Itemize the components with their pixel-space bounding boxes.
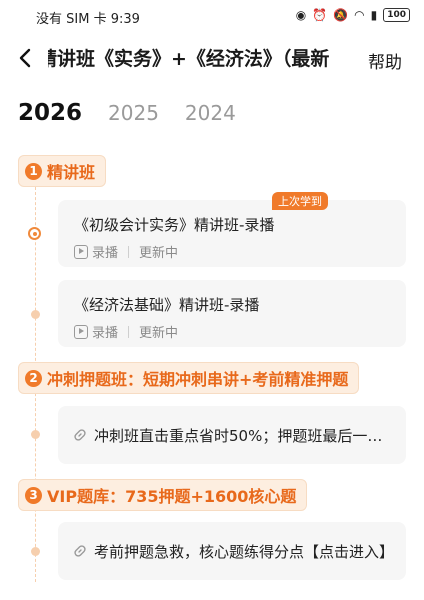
- timeline-dot: [31, 310, 40, 319]
- header: 精讲班《实务》+《经济法》（最新 帮助: [0, 36, 424, 84]
- section-title: 冲刺押题班：短期冲刺串讲+考前精准押题: [47, 370, 349, 389]
- section-header-3[interactable]: 3 VIP题库：735押题+1600核心题: [18, 479, 308, 511]
- course-status: 更新中: [139, 326, 179, 341]
- wifi-icon: ◠: [354, 8, 365, 22]
- divider: [128, 325, 130, 338]
- link-text: 考前押题急救，核心题练得分点【点击进入】: [94, 543, 394, 561]
- status-carrier: 没有 SIM 卡 9:39: [36, 12, 140, 27]
- section-header-2[interactable]: 2 冲刺押题班：短期冲刺串讲+考前精准押题: [18, 362, 360, 394]
- mute-icon: 🔕: [333, 8, 349, 22]
- course-card[interactable]: 上次学到 《初级会计实务》精讲班-录播 录播 更新中: [58, 192, 406, 267]
- link-icon: [74, 545, 86, 557]
- timeline-current-dot: [28, 227, 41, 240]
- section-header-1[interactable]: 1 精讲班: [18, 155, 107, 187]
- course-title: 《初级会计实务》精讲班-录播: [74, 216, 275, 234]
- timeline-dot: [31, 547, 40, 556]
- year-tabs: 2026 2025 2024: [18, 100, 236, 130]
- course-type: 录播: [92, 326, 119, 341]
- section-title: 精讲班: [47, 163, 96, 182]
- course-title: 《经济法基础》精讲班-录播: [74, 296, 260, 314]
- status-time: 9:39: [110, 12, 140, 27]
- status-bar: 没有 SIM 卡 9:39 ◉ ⏰ 🔕 ◠ ▮ 100: [0, 0, 424, 32]
- status-icons: ◉ ⏰ 🔕 ◠ ▮ 100: [296, 8, 410, 22]
- section-title: VIP题库：735押题+1600核心题: [47, 487, 297, 506]
- alarm-icon: ⏰: [312, 8, 328, 22]
- help-button[interactable]: 帮助: [368, 48, 402, 73]
- battery-icon: 100: [383, 8, 410, 22]
- section-number: 3: [25, 486, 42, 504]
- eye-icon: ◉: [295, 8, 307, 22]
- course-type: 录播: [92, 246, 119, 261]
- notification-icon: ▮: [370, 8, 378, 22]
- page-title: 精讲班《实务》+《经济法》（最新: [48, 48, 330, 70]
- page-title-container: 精讲班《实务》+《经济法》（最新: [48, 44, 352, 74]
- link-card[interactable]: 考前押题急救，核心题练得分点【点击进入】: [58, 522, 406, 580]
- divider: [128, 245, 130, 258]
- link-card[interactable]: 冲刺班直击重点省时50%；押题班最后一周带你掌握核心考点: [58, 406, 406, 464]
- play-box-icon: [74, 324, 88, 339]
- tab-year-2026[interactable]: 2026: [18, 100, 82, 126]
- course-meta: 录播 更新中: [74, 242, 178, 261]
- section-number: 1: [25, 162, 42, 180]
- link-text: 冲刺班直击重点省时50%；押题班最后一周带你掌握核心考点: [94, 427, 394, 445]
- chevron-left-icon[interactable]: [14, 46, 38, 70]
- course-status: 更新中: [139, 246, 179, 261]
- tab-year-2024[interactable]: 2024: [185, 101, 236, 125]
- course-card[interactable]: 《经济法基础》精讲班-录播 录播 更新中: [58, 280, 406, 347]
- course-meta: 录播 更新中: [74, 322, 178, 341]
- last-studied-badge: 上次学到: [272, 192, 328, 210]
- timeline-dot: [31, 430, 40, 439]
- section-number: 2: [25, 369, 42, 387]
- link-icon: [74, 429, 86, 441]
- play-box-icon: [74, 244, 88, 259]
- tab-year-2025[interactable]: 2025: [108, 101, 159, 125]
